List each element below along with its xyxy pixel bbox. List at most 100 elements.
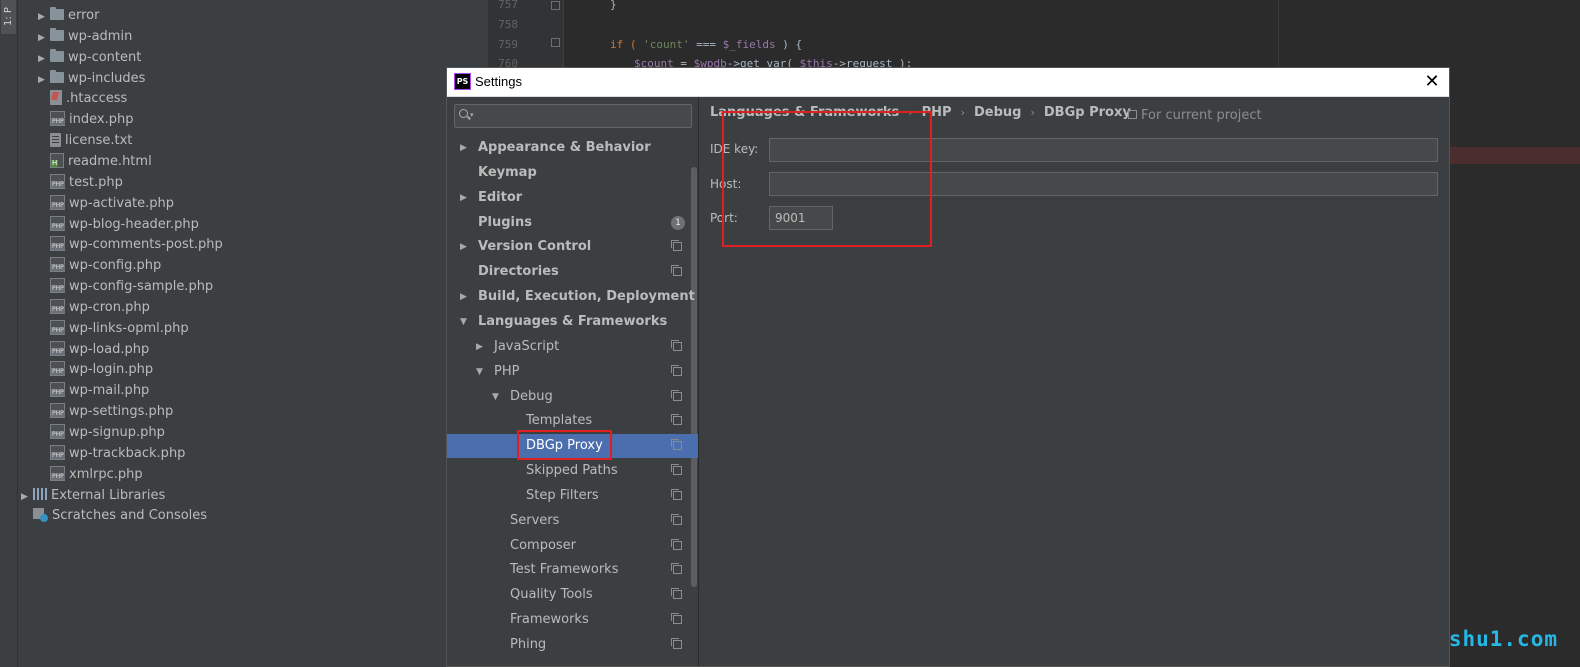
tree-item[interactable]: ▶ wp-content	[38, 48, 141, 68]
expand-arrow-icon[interactable]: ▶	[460, 186, 470, 210]
nav-item-appearance-behavior[interactable]: ▶ Appearance & Behavior	[447, 136, 698, 160]
project-settings-icon	[671, 464, 682, 476]
tree-item[interactable]: ▶ wp-admin	[38, 27, 132, 47]
tree-item[interactable]: wp-comments-post.php	[38, 235, 223, 255]
nav-item-editor[interactable]: ▶ Editor	[447, 186, 698, 210]
nav-item-keymap[interactable]: Keymap	[447, 161, 698, 185]
php-file-icon	[50, 278, 65, 294]
dialog-titlebar[interactable]: PS Settings ✕	[447, 68, 1449, 97]
fold-marker-icon[interactable]	[551, 1, 560, 10]
expand-arrow-icon[interactable]: ▶	[460, 285, 470, 309]
close-button[interactable]: ✕	[1421, 71, 1443, 93]
nav-item-label: Editor	[478, 189, 523, 205]
tree-item[interactable]: wp-load.php	[38, 340, 149, 360]
expand-arrow-icon[interactable]: ▶	[38, 7, 50, 27]
nav-item-label: PHP	[494, 363, 520, 379]
tree-item[interactable]: wp-mail.php	[38, 381, 149, 401]
folder-icon	[50, 27, 64, 41]
nav-item-label: DBGp Proxy	[526, 438, 603, 454]
tree-item-label: readme.html	[68, 153, 152, 169]
tree-item[interactable]: wp-links-opml.php	[38, 319, 189, 339]
nav-item-debug[interactable]: ▼ Debug	[447, 385, 698, 409]
nav-item-quality-tools[interactable]: Quality Tools	[447, 583, 698, 607]
nav-item-label: Debug	[510, 388, 553, 404]
tree-item[interactable]: wp-config-sample.php	[38, 277, 213, 297]
ide-key-input[interactable]	[769, 138, 1438, 162]
tree-item-label: External Libraries	[51, 487, 166, 503]
expand-arrow-icon[interactable]: ▶	[460, 136, 470, 160]
tree-item-scratches[interactable]: Scratches and Consoles	[21, 506, 207, 526]
update-count-badge: 1	[671, 215, 685, 230]
expand-arrow-icon[interactable]: ▶	[460, 235, 470, 259]
collapse-arrow-icon[interactable]: ▼	[492, 385, 502, 409]
tree-item[interactable]: test.php	[38, 173, 123, 193]
expand-arrow-icon[interactable]: ▶	[38, 28, 50, 48]
tree-item[interactable]: wp-settings.php	[38, 402, 173, 422]
expand-arrow-icon[interactable]: ▶	[476, 335, 486, 359]
nav-item-build-execution-deployment[interactable]: ▶ Build, Execution, Deployment	[447, 285, 698, 309]
nav-item-languages-frameworks[interactable]: ▼ Languages & Frameworks	[447, 310, 698, 334]
nav-item-dbgp-proxy[interactable]: DBGp Proxy	[447, 434, 698, 459]
expand-arrow-icon[interactable]: ▶	[38, 70, 50, 90]
search-history-chevron-icon[interactable]: ▾	[470, 111, 474, 119]
external-libraries-icon	[33, 488, 47, 501]
nav-item-label: Step Filters	[526, 487, 599, 503]
tree-item[interactable]: license.txt	[38, 131, 132, 151]
nav-item-javascript[interactable]: ▶ JavaScript	[447, 335, 698, 359]
tree-item-external-libraries[interactable]: ▶ External Libraries	[21, 486, 165, 506]
tree-item[interactable]: xmlrpc.php	[38, 465, 143, 485]
settings-search[interactable]: ▾	[454, 104, 692, 128]
search-input[interactable]	[479, 107, 687, 125]
settings-dialog: PS Settings ✕ ▾ ▶ Appearance & Behavior Ke…	[446, 67, 1450, 667]
nav-item-servers[interactable]: Servers	[447, 509, 698, 533]
scratches-icon	[33, 507, 48, 523]
port-input[interactable]	[769, 206, 833, 230]
tree-item-label: error	[68, 8, 100, 23]
tree-item[interactable]: ▶ error	[38, 6, 99, 26]
code-token: ===	[689, 38, 723, 51]
nav-item-label: JavaScript	[494, 338, 560, 354]
php-file-icon	[50, 465, 65, 481]
collapse-arrow-icon[interactable]: ▼	[460, 310, 470, 334]
tree-item[interactable]: wp-cron.php	[38, 298, 150, 318]
tree-item[interactable]: wp-signup.php	[38, 423, 165, 443]
nav-item-step-filters[interactable]: Step Filters	[447, 484, 698, 508]
tree-item[interactable]: wp-trackback.php	[38, 444, 185, 464]
tree-item[interactable]: wp-blog-header.php	[38, 215, 199, 235]
nav-item-plugins[interactable]: Plugins 1	[447, 211, 698, 235]
nav-item-test-frameworks[interactable]: Test Frameworks	[447, 558, 698, 582]
nav-item-composer[interactable]: Composer	[447, 534, 698, 558]
collapse-arrow-icon[interactable]: ▼	[476, 360, 486, 384]
tree-item[interactable]: readme.html	[38, 152, 152, 172]
tree-item[interactable]: wp-activate.php	[38, 194, 174, 214]
breadcrumb-item: PHP	[921, 105, 952, 120]
project-settings-icon	[671, 513, 682, 525]
nav-item-directories[interactable]: Directories	[447, 260, 698, 284]
host-input[interactable]	[769, 172, 1438, 196]
tree-item-label: wp-includes	[68, 70, 146, 86]
tree-item[interactable]: ▶ wp-includes	[38, 69, 145, 89]
nav-item-templates[interactable]: Templates	[447, 409, 698, 433]
php-file-icon	[50, 298, 65, 314]
expand-arrow-icon[interactable]: ▶	[38, 49, 50, 69]
project-tool-tab[interactable]: 1: P	[1, 0, 16, 34]
nav-item-frameworks[interactable]: Frameworks	[447, 608, 698, 632]
tree-item-label: wp-signup.php	[69, 425, 165, 440]
nav-item-phing[interactable]: Phing	[447, 633, 698, 657]
nav-item-skipped-paths[interactable]: Skipped Paths	[447, 459, 698, 483]
tree-item[interactable]: wp-config.php	[38, 256, 161, 276]
php-file-icon	[50, 361, 65, 377]
nav-item-php[interactable]: ▼ PHP	[447, 360, 698, 384]
html-file-icon	[50, 152, 64, 168]
php-file-icon	[50, 215, 65, 231]
line-number: 757	[498, 0, 518, 11]
tree-item[interactable]: index.php	[38, 110, 133, 130]
nav-item-version-control[interactable]: ▶ Version Control	[447, 235, 698, 259]
tree-item[interactable]: .htaccess	[38, 89, 127, 109]
nav-item-label: Frameworks	[510, 612, 589, 628]
expand-arrow-icon[interactable]: ▶	[21, 487, 33, 507]
tree-item-label: wp-mail.php	[69, 383, 150, 399]
fold-marker-icon[interactable]	[551, 38, 560, 47]
tree-item[interactable]: wp-login.php	[38, 360, 153, 380]
code-line: if ( 'count' === $_fields ) {	[610, 35, 802, 55]
